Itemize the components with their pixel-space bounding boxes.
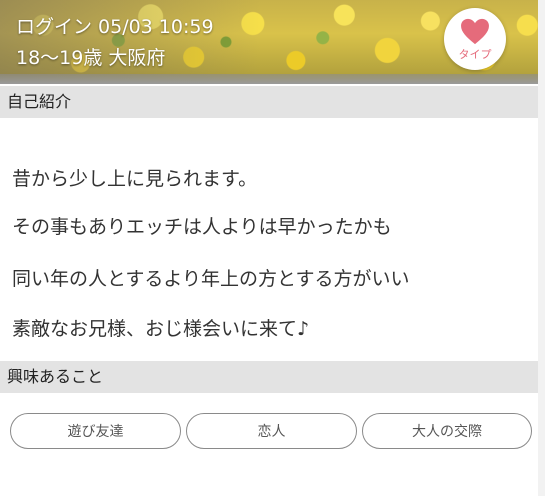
interest-tag-adult-relationship[interactable]: 大人の交際 [362,413,532,449]
scrollbar-track[interactable] [538,0,545,496]
intro-text-line: 同い年の人とするより年上の方とする方がいい [12,268,410,290]
interest-tag-lover[interactable]: 恋人 [186,413,357,449]
age-text: 18〜19歳 [16,47,103,69]
intro-text-line: 昔から少し上に見られます。 [12,168,258,190]
intro-text-line: 素敵なお兄様、おじ様会いに来て♪ [12,318,310,340]
heart-icon [461,18,489,45]
profile-header-photo: ログイン 05/03 10:59 18〜19歳 大阪府 タイプ [0,0,538,84]
last-login: ログイン 05/03 10:59 [16,12,214,39]
login-datetime: 05/03 10:59 [98,16,214,38]
area-text: 大阪府 [108,47,166,69]
interest-tag-friends[interactable]: 遊び友達 [10,413,181,449]
profile-summary: 18〜19歳 大阪府 [16,43,165,70]
type-button-label: タイプ [458,48,492,61]
photo-bottom-fade [0,74,538,84]
type-like-button[interactable]: タイプ [444,8,506,70]
intro-section-title: 自己紹介 [0,86,538,118]
intro-text-line: その事もありエッチは人よりは早かったかも [12,216,392,238]
login-label: ログイン [16,16,93,38]
interest-section-title: 興味あること [0,361,538,393]
